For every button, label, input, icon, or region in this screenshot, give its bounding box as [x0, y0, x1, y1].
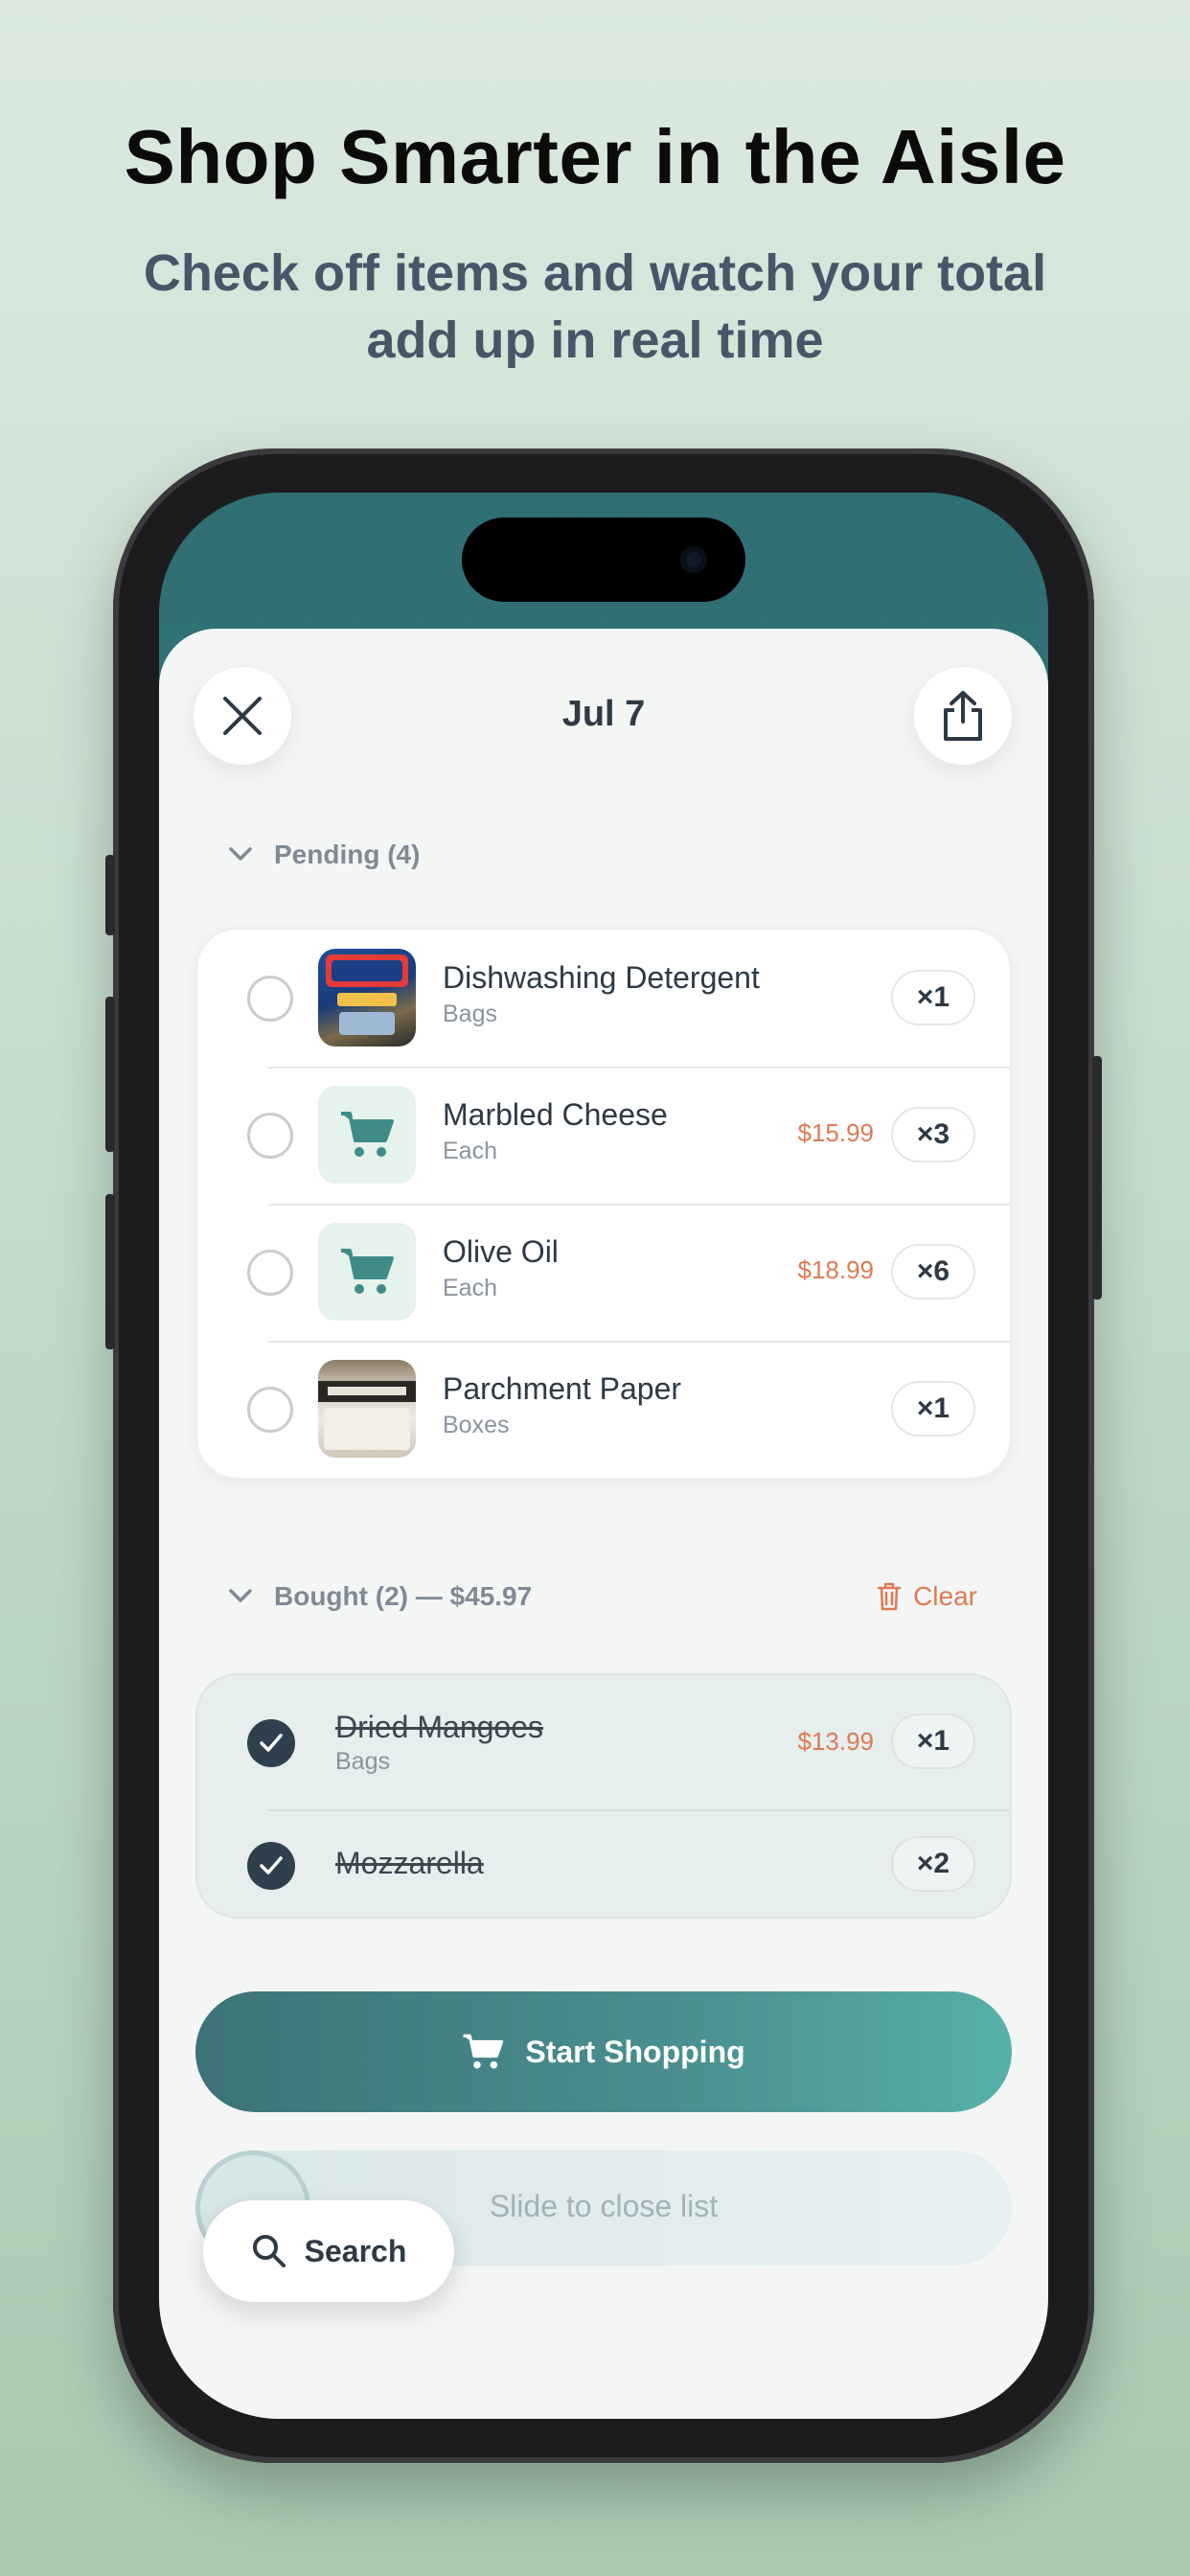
list-item[interactable]: Dishwashing Detergent Bags ×1: [197, 930, 1010, 1067]
detergent-photo: [318, 949, 416, 1046]
phone-volume-up-button: [105, 997, 115, 1152]
promo-subline-line-1: Check off items and watch your total: [143, 244, 1047, 302]
item-unit: Each: [443, 1275, 497, 1301]
quantity-stepper[interactable]: ×1: [891, 1381, 975, 1437]
quantity-stepper[interactable]: ×1: [891, 970, 975, 1025]
search-label: Search: [304, 2233, 407, 2268]
item-unit: Boxes: [443, 1412, 510, 1438]
search-icon: [252, 2235, 286, 2267]
list-item[interactable]: Dried Mangoes Bags $13.99 ×1: [197, 1675, 1010, 1809]
pending-section-toggle[interactable]: Pending (4): [228, 840, 420, 870]
share-button[interactable]: [914, 667, 1012, 765]
front-camera: [680, 546, 707, 573]
quantity-stepper[interactable]: ×1: [891, 1714, 975, 1769]
divider: [268, 1067, 1010, 1069]
quantity-stepper[interactable]: ×2: [891, 1836, 975, 1892]
share-icon: [944, 691, 982, 741]
item-checkbox[interactable]: [247, 976, 293, 1022]
quantity-stepper[interactable]: ×3: [891, 1107, 975, 1162]
item-thumbnail: [318, 1223, 416, 1321]
item-checkbox-checked[interactable]: [247, 1719, 295, 1767]
item-name: Dishwashing Detergent: [443, 960, 760, 995]
promo-subline: Check off items and watch your total add…: [96, 240, 1094, 374]
chevron-down-icon: [229, 1589, 252, 1602]
list-sheet: Jul 7 Pending (4) Dishwashing Detergent …: [159, 629, 1048, 2419]
item-checkbox[interactable]: [247, 1250, 293, 1296]
bought-list: Dried Mangoes Bags $13.99 ×1 Mozzarella …: [195, 1673, 1012, 1919]
search-button[interactable]: Search: [203, 2200, 454, 2302]
clear-button[interactable]: Clear: [877, 1581, 977, 1612]
parchment-package-graphic: [318, 1381, 416, 1450]
item-unit: Each: [443, 1138, 497, 1164]
item-thumbnail: [318, 1086, 416, 1184]
parchment-photo: [318, 1360, 416, 1458]
item-name: Marbled Cheese: [443, 1097, 668, 1132]
phone-power-button: [1092, 1056, 1102, 1300]
list-item[interactable]: Marbled Cheese Each $15.99 ×3: [197, 1067, 1010, 1204]
pending-section-label: Pending (4): [274, 840, 421, 869]
chevron-down-icon: [229, 847, 252, 861]
cart-icon: [463, 2034, 504, 2069]
checkmark-icon: [260, 1856, 283, 1874]
cart-icon: [341, 1249, 394, 1294]
start-shopping-button[interactable]: Start Shopping: [195, 1991, 1012, 2112]
item-checkbox[interactable]: [247, 1113, 293, 1159]
item-name: Parchment Paper: [443, 1371, 682, 1406]
divider: [268, 1341, 1010, 1343]
item-name: Dried Mangoes: [335, 1710, 543, 1744]
dynamic-island: [462, 518, 745, 602]
item-price: $15.99: [797, 1118, 874, 1147]
list-item[interactable]: Parchment Paper Boxes ×1: [197, 1341, 1010, 1478]
start-shopping-label: Start Shopping: [525, 2034, 745, 2069]
item-price: $18.99: [797, 1255, 874, 1284]
item-name: Mozzarella: [335, 1846, 484, 1880]
item-checkbox-checked[interactable]: [247, 1842, 295, 1890]
item-price: $13.99: [797, 1727, 874, 1756]
trash-icon: [877, 1582, 902, 1611]
bought-section-label: Bought (2) — $45.97: [274, 1581, 533, 1611]
item-unit: Bags: [443, 1000, 497, 1027]
phone-screen: Jul 7 Pending (4) Dishwashing Detergent …: [159, 493, 1048, 2419]
promo-subline-line-2: add up in real time: [366, 311, 824, 369]
quantity-stepper[interactable]: ×6: [891, 1244, 975, 1300]
clear-label: Clear: [913, 1581, 977, 1611]
cart-icon: [341, 1112, 394, 1157]
list-item[interactable]: Olive Oil Each $18.99 ×6: [197, 1204, 1010, 1341]
item-name: Olive Oil: [443, 1234, 559, 1269]
divider: [268, 1204, 1010, 1206]
item-unit: Bags: [335, 1748, 390, 1775]
phone-volume-down-button: [105, 1194, 115, 1349]
promo-headline: Shop Smarter in the Aisle: [124, 114, 1066, 199]
checkmark-icon: [260, 1734, 283, 1752]
item-checkbox[interactable]: [247, 1387, 293, 1433]
divider: [268, 1809, 1010, 1811]
list-item[interactable]: Mozzarella ×2: [197, 1809, 1010, 1917]
bought-section-toggle[interactable]: Bought (2) — $45.97: [228, 1581, 532, 1612]
phone-action-button: [105, 855, 115, 935]
pending-list: Dishwashing Detergent Bags ×1 Marbled Ch…: [195, 928, 1012, 1480]
detergent-package-graphic: [326, 954, 408, 1035]
